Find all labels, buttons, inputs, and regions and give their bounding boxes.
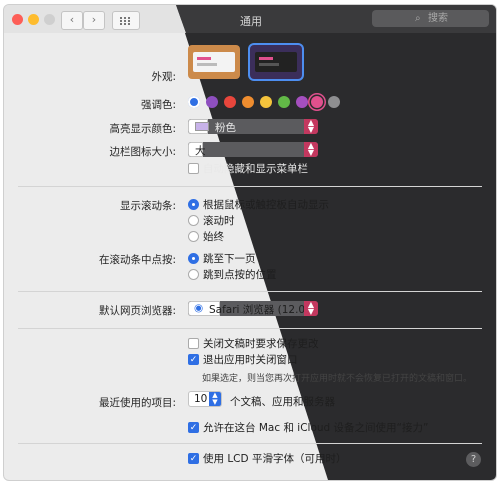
lcd-smoothing-label: 使用 LCD 平滑字体（可用时） [203, 453, 347, 465]
chevron-right-icon: › [91, 13, 97, 26]
scrollbars-always-label: 始终 [203, 231, 224, 243]
scrollbars-always-radio[interactable] [188, 231, 199, 242]
recent-items-label: 最近使用的项目: [98, 397, 176, 409]
close-windows-note: 如果选定，则当您再次打开应用时就不会恢复已打开的文稿和窗口。 [202, 374, 473, 384]
accent-violet[interactable] [296, 96, 308, 108]
close-window-button[interactable] [12, 14, 23, 25]
show-all-button[interactable] [112, 11, 140, 30]
recent-items-value: 10 [194, 393, 208, 405]
accent-orange[interactable] [242, 96, 254, 108]
auto-hide-menubar-checkbox[interactable] [188, 163, 199, 174]
close-windows-label: 退出应用时关闭窗口 [203, 354, 298, 366]
search-icon: ⌕ [415, 13, 421, 24]
ask-keep-changes-checkbox[interactable] [188, 338, 199, 349]
highlight-color-value: 粉色 [215, 122, 236, 134]
appearance-dark-option[interactable] [250, 45, 302, 79]
chevron-updown-icon: ▲ ▼ [304, 301, 318, 316]
sidebar-icon-size-label: 边栏图标大小: [109, 146, 176, 158]
ask-keep-changes-label: 关闭文稿时要求保存更改 [203, 338, 319, 350]
search-placeholder: 搜索 [428, 13, 448, 24]
help-icon: ? [470, 454, 477, 465]
handoff-checkbox[interactable]: ✓ [188, 422, 199, 433]
default-browser-value: Safari 浏览器 (12.0) [209, 304, 310, 316]
show-scrollbars-label: 显示滚动条: [119, 200, 176, 212]
appearance-label: 外观: [151, 71, 176, 83]
help-button[interactable]: ? [466, 452, 481, 467]
scroll-click-label: 在滚动条中点按: [98, 254, 176, 266]
accent-yellow[interactable] [260, 96, 272, 108]
close-windows-checkbox[interactable]: ✓ [188, 354, 199, 365]
stepper-arrows-icon: ▲ ▼ [209, 392, 221, 406]
recent-items-stepper[interactable]: 10 ▲ ▼ [188, 391, 222, 407]
handoff-label: 允许在这台 Mac 和 iCloud 设备之间使用“接力” [203, 422, 429, 434]
appearance-light-option[interactable] [188, 45, 240, 79]
accent-blue[interactable] [188, 96, 200, 108]
sidebar-icon-size-value: 大 [195, 145, 206, 157]
minimize-window-button[interactable] [28, 14, 39, 25]
accent-color-label: 强调色: [140, 99, 176, 111]
scrollbars-automatic-radio[interactable] [188, 199, 199, 210]
jump-next-page-label: 跳至下一页 [203, 253, 256, 265]
default-browser-popup[interactable]: ◉ Safari 浏览器 (12.0) ▲ ▼ [188, 301, 318, 316]
accent-purple[interactable] [206, 96, 218, 108]
scrollbars-when-scrolling-radio[interactable] [188, 215, 199, 226]
chevron-left-icon: ‹ [69, 13, 75, 26]
highlight-color-popup[interactable]: 粉色 ▲ ▼ [188, 119, 318, 134]
zoom-window-button[interactable] [44, 14, 55, 25]
jump-clicked-spot-label: 跳到点按的位置 [203, 269, 277, 281]
accent-red[interactable] [224, 96, 236, 108]
accent-green[interactable] [278, 96, 290, 108]
scrollbars-when-scrolling-label: 滚动时 [203, 215, 235, 227]
lcd-smoothing-checkbox[interactable]: ✓ [188, 453, 199, 464]
default-browser-label: 默认网页浏览器: [98, 305, 176, 317]
title-bar: ‹ › 通用 ⌕ 搜索 [4, 5, 496, 33]
chevron-updown-icon: ▲ ▼ [304, 119, 318, 134]
highlight-color-label: 高亮显示颜色: [109, 123, 176, 135]
accent-pink[interactable] [311, 96, 323, 108]
scrollbars-automatic-label: 根据鼠标或触控板自动显示 [203, 199, 329, 211]
window-title: 通用 [240, 15, 262, 28]
accent-graphite[interactable] [328, 96, 340, 108]
auto-hide-menubar-label: 自动隐藏和显示菜单栏 [203, 163, 308, 175]
search-field[interactable]: ⌕ 搜索 [372, 10, 489, 27]
chevron-updown-icon: ▲ ▼ [304, 142, 318, 157]
back-button[interactable]: ‹ [61, 11, 83, 30]
grid-icon [120, 17, 122, 19]
recent-items-suffix: 个文稿、应用和服务器 [230, 396, 335, 408]
preferences-window: ‹ › 通用 ⌕ 搜索 外观: 强调色: 高亮显示颜色: 粉色 ▲ ▼ 边栏图标… [4, 5, 496, 480]
jump-clicked-spot-radio[interactable] [188, 269, 199, 280]
jump-next-page-radio[interactable] [188, 253, 199, 264]
safari-icon: ◉ [194, 302, 204, 314]
sidebar-icon-size-popup[interactable]: 大 ▲ ▼ [188, 142, 318, 157]
forward-button[interactable]: › [83, 11, 105, 30]
